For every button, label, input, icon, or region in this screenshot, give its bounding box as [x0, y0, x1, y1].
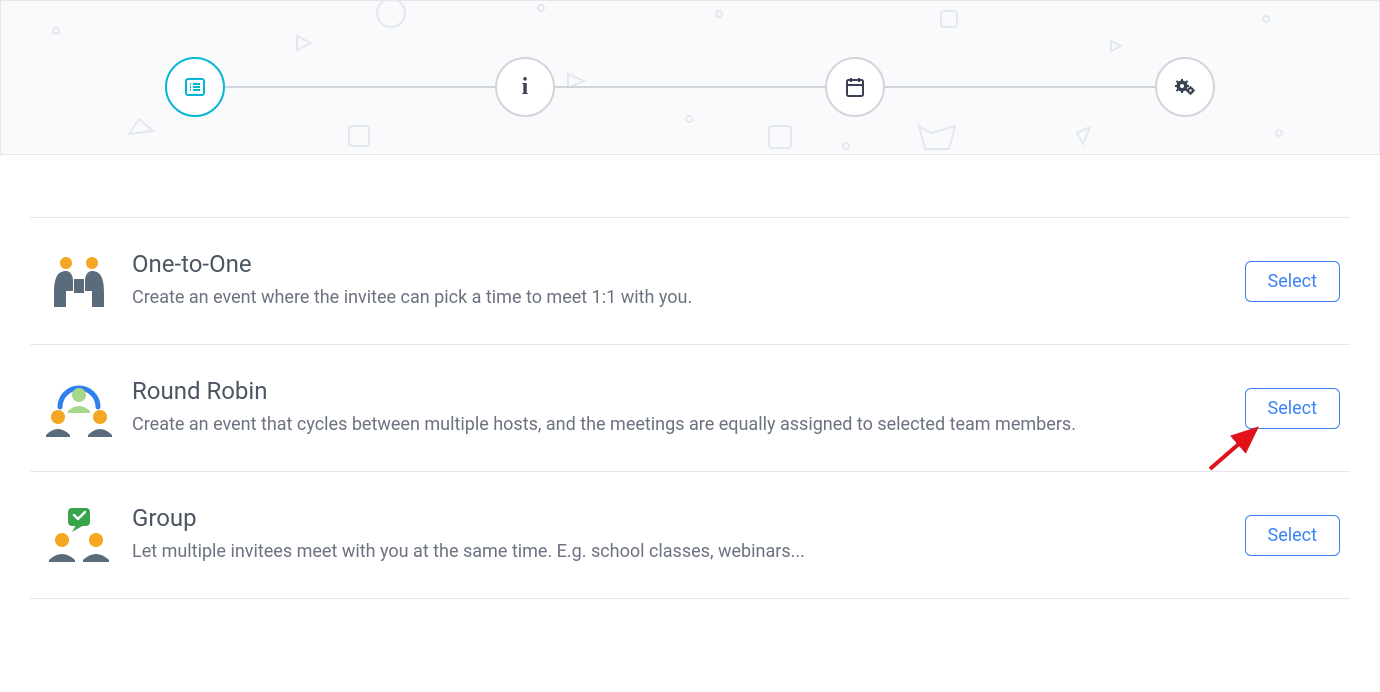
select-round-robin-button[interactable]: Select	[1245, 388, 1340, 429]
step-connector	[555, 86, 825, 88]
stepper: i	[165, 57, 1215, 117]
info-icon: i	[522, 74, 529, 101]
one-to-one-icon	[40, 246, 118, 316]
option-one-to-one: One-to-One Create an event where the inv…	[30, 217, 1350, 344]
calendar-icon	[843, 75, 867, 99]
option-title: Group	[132, 504, 1215, 532]
group-icon	[40, 500, 118, 570]
step-settings[interactable]	[1155, 57, 1215, 117]
round-robin-icon	[40, 373, 118, 443]
step-type[interactable]	[165, 57, 225, 117]
select-group-button[interactable]: Select	[1245, 515, 1340, 556]
select-one-to-one-button[interactable]: Select	[1245, 261, 1340, 302]
step-info[interactable]: i	[495, 57, 555, 117]
step-schedule[interactable]	[825, 57, 885, 117]
step-connector	[225, 86, 495, 88]
step-connector	[885, 86, 1155, 88]
option-round-robin: Round Robin Create an event that cycles …	[30, 344, 1350, 471]
option-title: One-to-One	[132, 250, 1215, 278]
event-type-options: One-to-One Create an event where the inv…	[0, 155, 1380, 599]
option-description: Create an event where the invitee can pi…	[132, 284, 1215, 312]
option-title: Round Robin	[132, 377, 1215, 405]
option-description: Create an event that cycles between mult…	[132, 411, 1215, 439]
option-description: Let multiple invitees meet with you at t…	[132, 538, 1215, 566]
stepper-bar: i	[0, 0, 1380, 155]
option-group: Group Let multiple invitees meet with yo…	[30, 471, 1350, 599]
list-icon	[183, 75, 207, 99]
gear-icon	[1173, 75, 1197, 99]
